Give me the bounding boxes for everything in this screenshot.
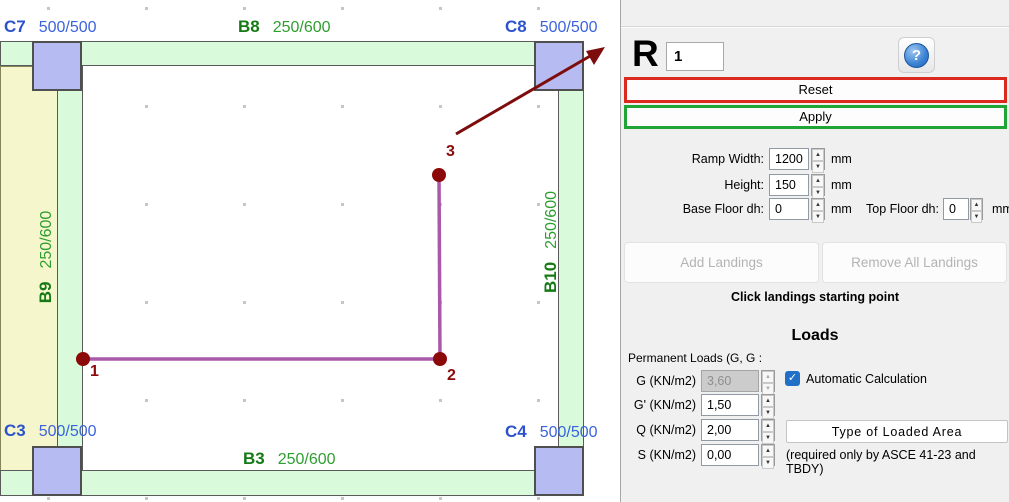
ramp-width-input[interactable]: 1200 (769, 148, 809, 170)
spin-down-icon[interactable]: ▼ (971, 211, 982, 223)
spin-down-icon[interactable]: ▼ (762, 407, 774, 419)
top-floor-stepper[interactable]: ▲▼ (970, 198, 983, 220)
g-prime-load-input[interactable]: 1,50 (701, 394, 759, 416)
automatic-calculation-checkbox[interactable]: ✓ (785, 371, 800, 386)
plan-canvas[interactable]: 1 2 3 C7500/500 B8250/600 C8500/500 B925… (0, 0, 620, 502)
g-load-label: G (KN/m2) (621, 374, 696, 388)
spin-down-icon[interactable]: ▼ (762, 432, 774, 444)
add-landings-button[interactable]: Add Landings (624, 242, 819, 283)
spin-up-icon[interactable]: ▲ (812, 149, 824, 161)
base-floor-stepper[interactable]: ▲▼ (811, 198, 825, 220)
height-input[interactable]: 150 (769, 174, 809, 196)
direction-arrow-line (456, 52, 597, 134)
ramp-properties-panel: R 1 ? Reset Apply Ramp Width: 1200 ▲▼ mm… (620, 0, 1009, 502)
q-load-stepper[interactable]: ▲▼ (761, 419, 775, 441)
column-c8-label: C8500/500 (505, 17, 598, 37)
ramp-width-unit: mm (831, 152, 852, 166)
landings-hint-text: Click landings starting point (621, 290, 1009, 304)
point-label-1: 1 (90, 363, 99, 381)
base-floor-input[interactable]: 0 (769, 198, 809, 220)
base-floor-unit: mm (831, 202, 852, 216)
ramp-width-label: Ramp Width: (641, 152, 764, 166)
point-label-2: 2 (447, 367, 456, 385)
column-c7-label: C7500/500 (4, 17, 97, 37)
height-label: Height: (641, 178, 764, 192)
s-load-input[interactable]: 0,00 (701, 444, 759, 466)
automatic-calculation-label: Automatic Calculation (806, 372, 927, 386)
spin-up-icon[interactable]: ▲ (812, 199, 824, 211)
column-c4-label: C4500/500 (505, 422, 598, 442)
point-label-3: 3 (446, 143, 455, 161)
loads-heading: Loads (621, 327, 1009, 345)
q-load-input[interactable]: 2,00 (701, 419, 759, 441)
g-load-input: 3,60 (701, 370, 759, 392)
ramp-point-3[interactable] (432, 168, 446, 182)
spin-down-icon[interactable]: ▼ (812, 211, 824, 223)
ramp-segment-2-3[interactable] (439, 175, 440, 359)
ramp-prefix-label: R (632, 33, 659, 75)
top-floor-input[interactable]: 0 (943, 198, 969, 220)
top-floor-unit: mm (992, 202, 1009, 216)
ramp-width-stepper[interactable]: ▲▼ (811, 148, 825, 170)
spin-up-icon[interactable]: ▲ (762, 445, 774, 457)
type-of-loaded-area-button[interactable]: Type of Loaded Area (786, 420, 1008, 443)
help-button[interactable]: ? (898, 37, 935, 73)
remove-all-landings-button[interactable]: Remove All Landings (822, 242, 1007, 283)
ramp-dialog-window: 1 2 3 C7500/500 B8250/600 C8500/500 B925… (0, 0, 1009, 502)
reset-button[interactable]: Reset (624, 77, 1007, 103)
spin-up-icon: ▲ (762, 371, 774, 383)
ramp-point-2[interactable] (433, 352, 447, 366)
apply-button[interactable]: Apply (624, 105, 1007, 129)
beam-b3-label: B3250/600 (243, 449, 336, 469)
spin-up-icon[interactable]: ▲ (971, 199, 982, 211)
height-stepper[interactable]: ▲▼ (811, 174, 825, 196)
s-load-label: S (KN/m2) (621, 448, 696, 462)
g-load-stepper: ▲▼ (761, 370, 775, 392)
asce-tbdy-note: (required only by ASCE 41-23 and TBDY) (786, 448, 1009, 476)
permanent-loads-label: Permanent Loads (G, G : (628, 351, 762, 365)
beam-b9-label: B9250/600 (36, 211, 56, 304)
spin-up-icon[interactable]: ▲ (812, 175, 824, 187)
s-load-stepper[interactable]: ▲▼ (761, 444, 775, 466)
spin-down-icon[interactable]: ▼ (762, 457, 774, 469)
column-c3-label: C3500/500 (4, 421, 97, 441)
ramp-number-input[interactable]: 1 (666, 42, 724, 71)
beam-b10-label: B10250/600 (541, 191, 561, 293)
spin-up-icon[interactable]: ▲ (762, 395, 774, 407)
spin-down-icon[interactable]: ▼ (812, 161, 824, 173)
panel-header-strip (621, 0, 1009, 27)
top-floor-label: Top Floor dh: (851, 202, 939, 216)
spin-up-icon[interactable]: ▲ (762, 420, 774, 432)
height-unit: mm (831, 178, 852, 192)
g-prime-load-stepper[interactable]: ▲▼ (761, 394, 775, 416)
q-load-label: Q (KN/m2) (621, 423, 696, 437)
g-prime-load-label: G' (KN/m2) (621, 398, 696, 412)
base-floor-label: Base Floor dh: (641, 202, 764, 216)
help-icon: ? (904, 43, 929, 68)
ramp-point-1[interactable] (76, 352, 90, 366)
beam-b8-label: B8250/600 (238, 17, 331, 37)
